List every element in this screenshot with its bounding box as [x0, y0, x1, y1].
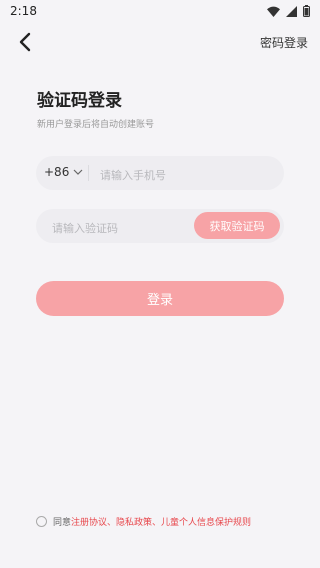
battery-icon — [303, 5, 310, 17]
agreement-radio[interactable] — [36, 516, 47, 527]
wifi-icon — [267, 6, 280, 17]
page-title: 验证码登录 — [37, 91, 122, 111]
status-time: 2:18 — [10, 4, 37, 18]
chevron-left-icon — [19, 32, 31, 52]
agreement-prefix: 同意 — [53, 518, 72, 528]
signal-icon — [286, 5, 297, 17]
code-field: 获取验证码 — [36, 209, 284, 243]
status-icons — [267, 5, 310, 17]
status-bar: 2:18 — [0, 0, 320, 24]
country-code-selector[interactable]: +86 — [44, 165, 83, 179]
login-button[interactable]: 登录 — [36, 281, 284, 316]
phone-field: +86 — [36, 156, 284, 190]
phone-input[interactable] — [98, 164, 278, 186]
password-login-link[interactable]: 密码登录 — [260, 34, 308, 51]
page-subtitle: 新用户登录后将自动创建账号 — [37, 120, 155, 130]
agreement-row: 同意 注册协议、隐私政策、儿童个人信息保护规则 — [36, 515, 251, 528]
agreement-links[interactable]: 注册协议、隐私政策、儿童个人信息保护规则 — [71, 515, 251, 528]
field-divider — [88, 165, 89, 181]
verification-code-input[interactable] — [50, 217, 194, 239]
chevron-down-icon — [73, 169, 83, 175]
get-code-button[interactable]: 获取验证码 — [194, 212, 280, 239]
back-button[interactable] — [14, 30, 38, 54]
top-bar: 密码登录 — [0, 28, 320, 58]
country-code-label: +86 — [44, 165, 70, 179]
